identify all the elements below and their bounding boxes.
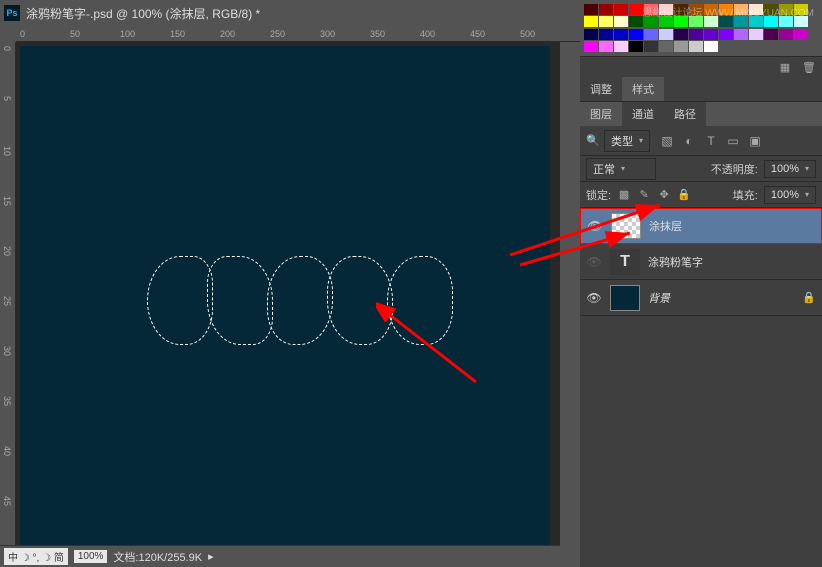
lock-position-icon[interactable]: ✥ bbox=[657, 188, 671, 202]
layer-name[interactable]: 涂抹层 bbox=[649, 218, 682, 234]
swatch[interactable] bbox=[629, 29, 643, 40]
swatch[interactable] bbox=[584, 29, 598, 40]
swatch[interactable] bbox=[629, 41, 643, 52]
swatch[interactable] bbox=[584, 16, 598, 27]
swatch[interactable] bbox=[749, 29, 763, 40]
new-swatch-icon[interactable]: ▦ bbox=[778, 61, 792, 75]
tab-channels[interactable]: 通道 bbox=[622, 102, 664, 126]
statusbar: 中 ☽ °, ☽ 简 100% 文档:120K/255.9K ▸ bbox=[0, 545, 560, 567]
visibility-icon[interactable]: 👁 bbox=[586, 290, 602, 306]
tab-layers[interactable]: 图层 bbox=[580, 102, 622, 126]
type-layer-icon[interactable]: T bbox=[610, 249, 640, 275]
ruler-vertical: 0 5 10 15 20 25 30 35 40 45 bbox=[0, 42, 16, 552]
swatch[interactable] bbox=[719, 29, 733, 40]
fill-input[interactable]: 100% ▾ bbox=[764, 186, 816, 204]
swatch[interactable] bbox=[629, 16, 643, 27]
lock-icon: 🔒 bbox=[802, 291, 816, 304]
swatches-footer: ▦ 🗑 bbox=[580, 56, 822, 78]
filter-adjust-icon[interactable]: ◐ bbox=[682, 134, 696, 148]
lock-label: 锁定: bbox=[586, 187, 611, 203]
swatch[interactable] bbox=[689, 41, 703, 52]
ime-status: 中 ☽ °, ☽ 简 bbox=[4, 548, 68, 565]
blend-row: 正常 ▾ 不透明度: 100% ▾ bbox=[580, 156, 822, 182]
trash-icon[interactable]: 🗑 bbox=[802, 61, 816, 75]
layer-thumb[interactable] bbox=[611, 213, 641, 239]
filter-shape-icon[interactable]: ▭ bbox=[726, 134, 740, 148]
tab-styles[interactable]: 样式 bbox=[622, 77, 664, 101]
swatch[interactable] bbox=[704, 29, 718, 40]
swatch[interactable] bbox=[614, 16, 628, 27]
watermark: 思缘设计论坛 WWW.MISSYUAN.COM bbox=[642, 4, 814, 19]
chevron-down-icon: ▾ bbox=[639, 136, 643, 145]
layer-row[interactable]: 👁 T 涂鸦粉笔字 bbox=[580, 244, 822, 280]
swatch[interactable] bbox=[734, 29, 748, 40]
visibility-icon[interactable]: 👁 bbox=[586, 254, 602, 270]
doc-info: 文档:120K/255.9K bbox=[113, 549, 202, 565]
panels: 思缘设计论坛 WWW.MISSYUAN.COM ▦ 🗑 调整 样式 图层 通道 … bbox=[580, 0, 822, 567]
swatch[interactable] bbox=[599, 16, 613, 27]
swatch[interactable] bbox=[779, 29, 793, 40]
swatch[interactable] bbox=[614, 41, 628, 52]
layer-row[interactable]: 👁 背景 🔒 bbox=[580, 280, 822, 316]
lock-transparent-icon[interactable]: ▩ bbox=[617, 188, 631, 202]
tab-adjust[interactable]: 调整 bbox=[580, 77, 622, 101]
swatch[interactable] bbox=[644, 41, 658, 52]
app-icon: Ps bbox=[4, 5, 20, 21]
opacity-input[interactable]: 100% ▾ bbox=[764, 160, 816, 178]
fill-label: 填充: bbox=[733, 187, 758, 203]
swatch[interactable] bbox=[659, 41, 673, 52]
filter-pixel-icon[interactable]: ▧ bbox=[660, 134, 674, 148]
opacity-label: 不透明度: bbox=[711, 161, 758, 177]
selection-marquee: 涂鸦粉笔字 bbox=[150, 256, 450, 345]
canvas-area[interactable]: 涂鸦粉笔字 bbox=[16, 42, 560, 552]
swatch[interactable] bbox=[584, 4, 598, 15]
filter-smart-icon[interactable]: ▣ bbox=[748, 134, 762, 148]
canvas[interactable]: 涂鸦粉笔字 bbox=[20, 46, 550, 546]
swatch[interactable] bbox=[584, 41, 598, 52]
swatch[interactable] bbox=[614, 4, 628, 15]
swatch[interactable] bbox=[614, 29, 628, 40]
swatch[interactable] bbox=[764, 29, 778, 40]
swatch[interactable] bbox=[599, 29, 613, 40]
filter-kind-dropdown[interactable]: 类型 ▾ bbox=[604, 130, 650, 152]
search-icon[interactable]: 🔍 bbox=[586, 134, 600, 148]
blend-mode-dropdown[interactable]: 正常 ▾ bbox=[586, 158, 656, 180]
chevron-down-icon: ▾ bbox=[805, 164, 809, 173]
swatch[interactable] bbox=[689, 29, 703, 40]
zoom-level[interactable]: 100% bbox=[74, 550, 108, 563]
chevron-down-icon: ▾ bbox=[621, 164, 625, 173]
swatch[interactable] bbox=[599, 41, 613, 52]
layers-list: 👁 涂抹层 👁 T 涂鸦粉笔字 👁 背景 🔒 bbox=[580, 208, 822, 316]
filter-type-icon[interactable]: T bbox=[704, 134, 718, 148]
visibility-icon[interactable]: 👁 bbox=[587, 218, 603, 234]
swatch[interactable] bbox=[674, 41, 688, 52]
panel-tabs-lower: 图层 通道 路径 bbox=[580, 102, 822, 126]
swatch[interactable] bbox=[629, 4, 643, 15]
chevron-right-icon[interactable]: ▸ bbox=[208, 550, 214, 563]
lock-pixels-icon[interactable]: ✎ bbox=[637, 188, 651, 202]
swatch[interactable] bbox=[599, 4, 613, 15]
lock-all-icon[interactable]: 🔒 bbox=[677, 188, 691, 202]
layer-row[interactable]: 👁 涂抹层 bbox=[580, 208, 822, 244]
layer-filter-row: 🔍 类型 ▾ ▧ ◐ T ▭ ▣ bbox=[580, 126, 822, 156]
chevron-down-icon: ▾ bbox=[805, 190, 809, 199]
swatches-panel[interactable]: 思缘设计论坛 WWW.MISSYUAN.COM bbox=[580, 0, 822, 56]
swatch[interactable] bbox=[704, 41, 718, 52]
lock-row: 锁定: ▩ ✎ ✥ 🔒 填充: 100% ▾ bbox=[580, 182, 822, 208]
swatch[interactable] bbox=[794, 29, 808, 40]
swatch[interactable] bbox=[644, 29, 658, 40]
swatch[interactable] bbox=[659, 29, 673, 40]
tab-paths[interactable]: 路径 bbox=[664, 102, 706, 126]
layer-name[interactable]: 背景 bbox=[648, 290, 670, 306]
layer-thumb[interactable] bbox=[610, 285, 640, 311]
panel-tabs-upper: 调整 样式 bbox=[580, 78, 822, 102]
swatch[interactable] bbox=[674, 29, 688, 40]
layer-name[interactable]: 涂鸦粉笔字 bbox=[648, 254, 703, 270]
